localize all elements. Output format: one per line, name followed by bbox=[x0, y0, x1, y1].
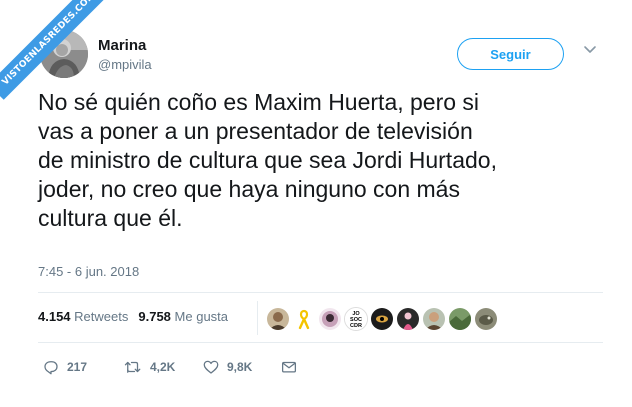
envelope-icon bbox=[281, 361, 297, 373]
grey-animal-icon bbox=[475, 308, 497, 330]
liker-avatar[interactable] bbox=[266, 307, 290, 331]
liker-avatar[interactable] bbox=[448, 307, 472, 331]
liker-avatar[interactable] bbox=[422, 307, 446, 331]
like-count: 9,8K bbox=[227, 360, 253, 374]
liker-text-line-3: CDR bbox=[350, 323, 362, 329]
liker-avatar[interactable]: JO SOC CDR bbox=[344, 307, 368, 331]
divider bbox=[38, 342, 603, 343]
retweet-icon bbox=[124, 361, 141, 373]
retweet-count: 4,2K bbox=[150, 360, 176, 374]
user-handle[interactable]: @mpivila bbox=[98, 57, 152, 72]
likes-label: Me gusta bbox=[174, 309, 229, 324]
bust-portrait-icon bbox=[319, 308, 341, 330]
reply-button[interactable]: 217 bbox=[42, 355, 87, 379]
engagement-stats: 4.154 Retweets 9.758 Me gusta bbox=[38, 309, 228, 324]
retweet-button[interactable]: 4,2K bbox=[123, 355, 175, 379]
likes-stat[interactable]: 9.758 Me gusta bbox=[138, 309, 228, 324]
like-button[interactable]: 9,8K bbox=[202, 355, 252, 379]
liker-avatar[interactable] bbox=[318, 307, 342, 331]
retweets-stat[interactable]: 4.154 Retweets bbox=[38, 309, 128, 324]
direct-message-button[interactable] bbox=[280, 355, 298, 379]
dark-eye-icon bbox=[371, 308, 393, 330]
reply-count: 217 bbox=[67, 360, 88, 374]
display-name[interactable]: Marina bbox=[98, 37, 146, 54]
liker-avatar[interactable] bbox=[292, 307, 316, 331]
tweet-timestamp[interactable]: 7:45 - 6 jun. 2018 bbox=[38, 264, 139, 279]
liker-avatar[interactable] bbox=[396, 307, 420, 331]
liker-avatar[interactable] bbox=[474, 307, 498, 331]
stats-divider bbox=[257, 301, 258, 335]
retweets-count: 4.154 bbox=[38, 309, 71, 324]
portrait-man-icon bbox=[423, 308, 445, 330]
heart-icon bbox=[203, 360, 219, 374]
green-landscape-icon bbox=[449, 308, 471, 330]
liker-avatar[interactable] bbox=[370, 307, 394, 331]
retweets-label: Retweets bbox=[74, 309, 129, 324]
divider bbox=[38, 292, 603, 293]
jo-soc-cdr-text-icon: JO SOC CDR bbox=[345, 308, 367, 330]
portrait-man-icon bbox=[267, 308, 289, 330]
tweet-actions: 217 4,2K 9,8K bbox=[0, 355, 632, 379]
likes-count: 9.758 bbox=[138, 309, 171, 324]
reply-icon bbox=[44, 361, 58, 375]
chevron-down-icon[interactable] bbox=[583, 45, 597, 55]
yellow-ribbon-icon bbox=[293, 308, 315, 330]
tweet-text: No sé quién coño es Maxim Huerta, pero s… bbox=[38, 89, 497, 231]
pink-figure-icon bbox=[397, 308, 419, 330]
follow-button[interactable]: Seguir bbox=[457, 38, 564, 70]
